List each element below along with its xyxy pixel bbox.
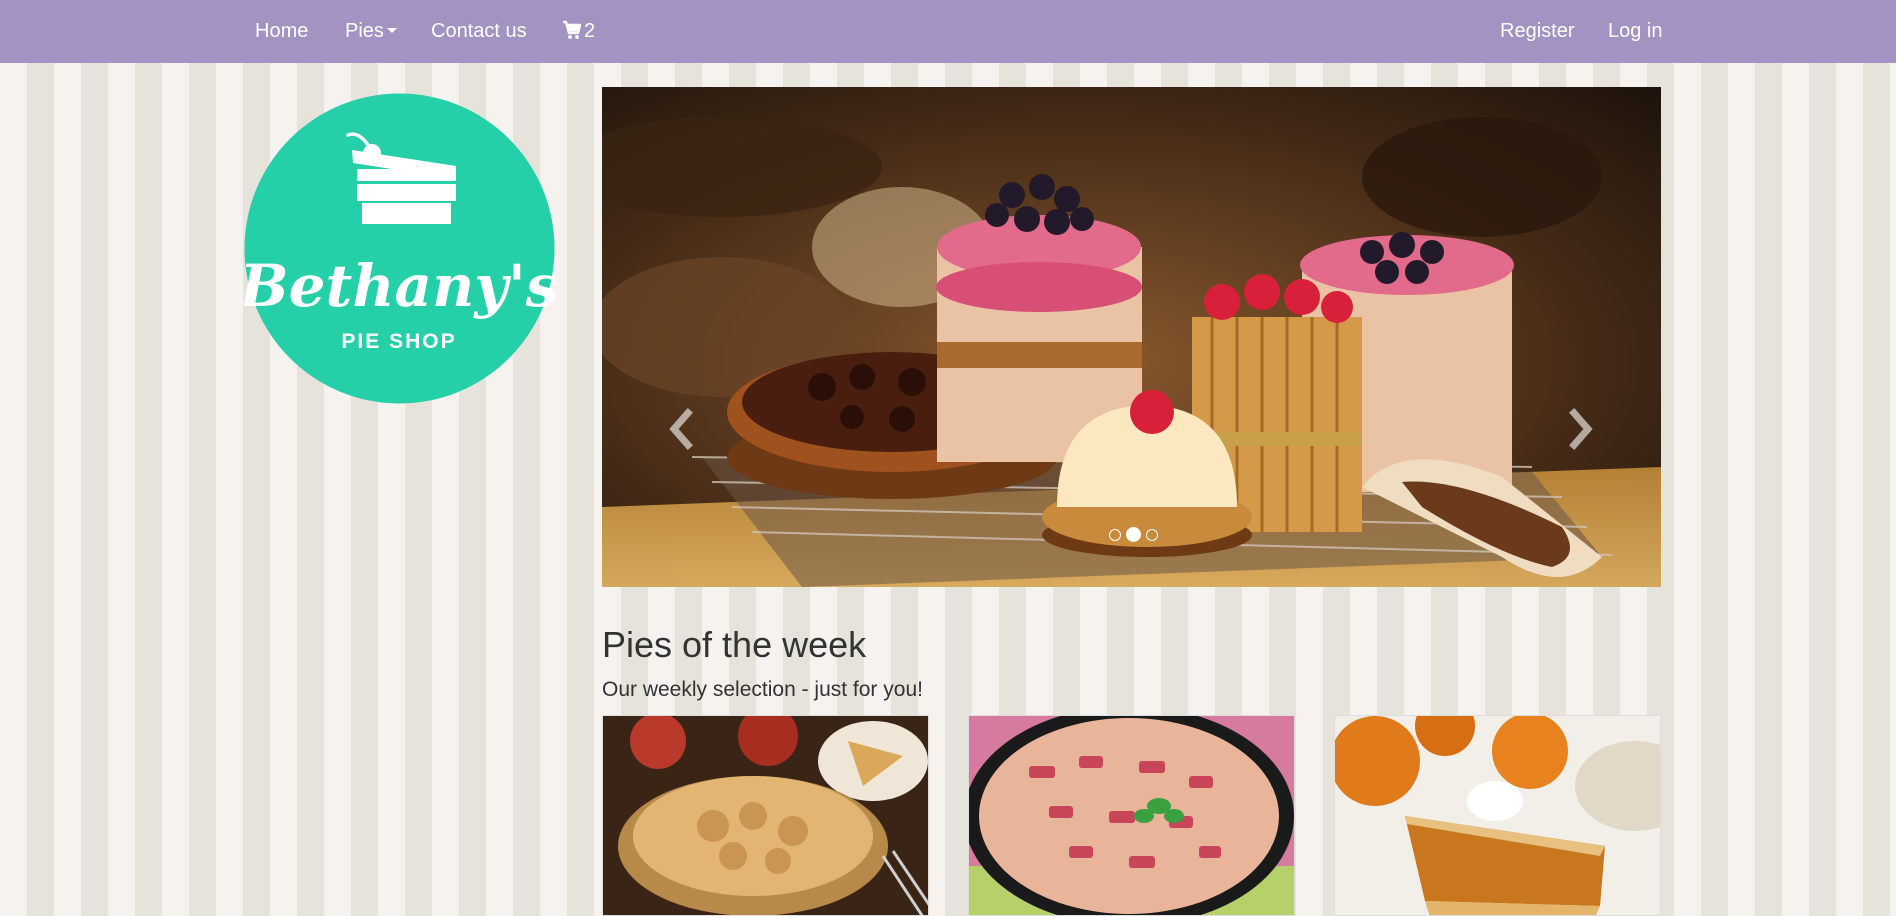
- register-link[interactable]: Register: [1500, 18, 1574, 44]
- nav-contact-link[interactable]: Contact us: [431, 18, 527, 44]
- shop-logo[interactable]: Bethany's PIE SHOP: [238, 93, 558, 404]
- section-subtitle: Our weekly selection - just for you!: [602, 678, 923, 701]
- carousel-next-button[interactable]: [1558, 403, 1602, 459]
- carousel-prev-button[interactable]: [660, 403, 704, 459]
- logo-name: Bethany's: [244, 252, 555, 320]
- top-navbar: Home Pies Contact us 2 Register Log in: [0, 0, 1896, 63]
- pie-card-rhubarb[interactable]: [968, 715, 1295, 916]
- nav-pies-label: Pies: [345, 20, 384, 42]
- chevron-left-icon: [669, 408, 693, 450]
- rhubarb-pie-image: [969, 716, 1294, 915]
- chevron-down-icon: [386, 28, 397, 33]
- shopping-cart-icon: [562, 20, 582, 47]
- carousel-indicator-2[interactable]: [1126, 527, 1141, 542]
- login-link[interactable]: Log in: [1608, 18, 1663, 44]
- bakery-display-image: [602, 87, 1661, 587]
- pie-card-pumpkin[interactable]: [1334, 715, 1661, 916]
- cart-count: 2: [584, 20, 596, 42]
- carousel-indicator-3[interactable]: [1146, 529, 1158, 541]
- cart-link[interactable]: 2: [562, 18, 595, 47]
- apple-pie-image: [603, 716, 928, 915]
- nav-pies-dropdown[interactable]: Pies: [345, 18, 397, 44]
- pie-card-apple[interactable]: [602, 715, 929, 916]
- section-title: Pies of the week: [602, 624, 867, 665]
- chevron-right-icon: [1569, 408, 1593, 450]
- logo-subtitle: PIE SHOP: [341, 330, 456, 353]
- nav-home-link[interactable]: Home: [255, 18, 308, 44]
- carousel-indicator-1[interactable]: [1109, 529, 1121, 541]
- pumpkin-pie-image: [1335, 716, 1660, 915]
- hero-carousel: [602, 87, 1661, 587]
